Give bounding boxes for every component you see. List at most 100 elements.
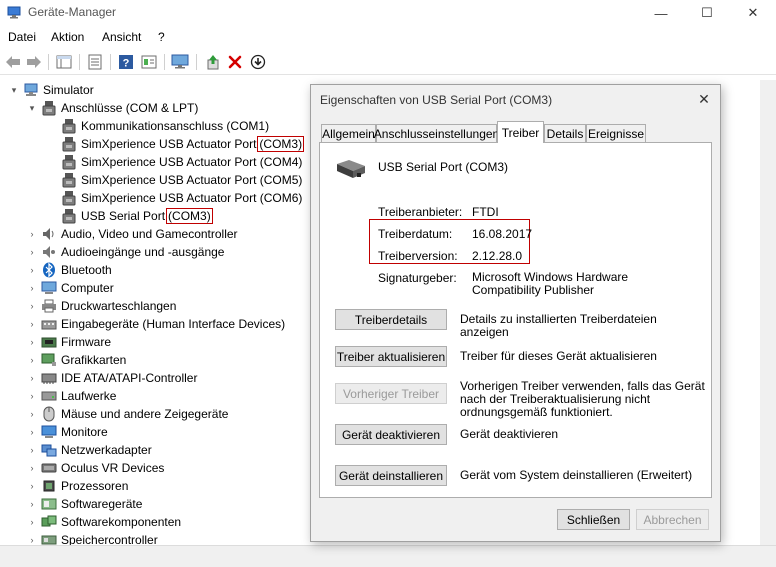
tree-category[interactable]: › Netzwerkadapter (31, 441, 152, 459)
tree-port-item[interactable]: SimXperience USB Actuator Port (COM5) (61, 171, 302, 189)
expand-arrow-icon[interactable]: ▾ (27, 102, 37, 114)
tree-category[interactable]: › Prozessoren (31, 477, 129, 495)
dialog-close-button[interactable]: ✕ (694, 89, 714, 109)
tree-category-ports[interactable]: ▾ Anschlüsse (COM & LPT) (30, 99, 198, 117)
tree-category[interactable]: › Eingabegeräte (Human Interface Devices) (31, 315, 286, 333)
chevron-right-icon[interactable]: › (27, 516, 37, 528)
monitor-scan-icon[interactable] (170, 52, 190, 72)
chevron-right-icon[interactable]: › (27, 300, 37, 312)
tree-category[interactable]: › Mäuse und andere Zeigegeräte (31, 405, 228, 423)
tree-root[interactable]: ▾ Simulator (12, 81, 94, 99)
menu-aktion[interactable]: Aktion (51, 30, 84, 44)
rollback-driver-button[interactable]: Vorheriger Treiber (335, 383, 447, 404)
tree-port-item[interactable]: SimXperience USB Actuator Port (COM6) (61, 189, 302, 207)
update-driver-icon[interactable] (203, 52, 223, 72)
software-device-icon (41, 496, 57, 512)
chevron-right-icon[interactable]: › (27, 498, 37, 510)
disable-device-button[interactable]: Gerät deaktivieren (335, 424, 447, 445)
properties-icon[interactable] (85, 52, 105, 72)
disable-device-description: Gerät deaktivieren (460, 427, 559, 441)
chevron-right-icon[interactable]: › (27, 462, 37, 474)
com-port-highlight: (COM3) (257, 136, 305, 152)
maximize-button[interactable]: ☐ (684, 0, 730, 26)
tree-port-label: SimXperience USB Actuator Port (COM6) (81, 191, 303, 205)
tree-view-icon[interactable] (54, 52, 74, 72)
tree-category[interactable]: › Computer (31, 279, 114, 297)
minimize-button[interactable]: — (638, 0, 684, 26)
chevron-right-icon[interactable]: › (27, 228, 37, 240)
processor-icon (41, 478, 57, 494)
chevron-right-icon[interactable]: › (27, 264, 37, 276)
provider-label: Treiberanbieter: (378, 205, 463, 219)
close-dialog-button[interactable]: Schließen (557, 509, 630, 530)
details-icon[interactable] (139, 52, 159, 72)
chevron-right-icon[interactable]: › (27, 426, 37, 438)
tree-category[interactable]: › Softwarekomponenten (31, 513, 182, 531)
tree-category[interactable]: › Druckwarteschlangen (31, 297, 177, 315)
help-icon[interactable]: ? (116, 52, 136, 72)
tree-category-label: Prozessoren (61, 479, 129, 493)
usb-serial-device-icon (335, 158, 367, 182)
back-icon[interactable] (3, 52, 23, 72)
tree-category[interactable]: › Monitore (31, 423, 108, 441)
uninstall-icon[interactable] (225, 52, 245, 72)
chevron-right-icon[interactable]: › (27, 408, 37, 420)
tab-treiber[interactable]: Treiber (497, 121, 544, 143)
chevron-right-icon[interactable]: › (27, 372, 37, 384)
tree-port-item[interactable]: SimXperience USB Actuator Port (COM4) (61, 153, 302, 171)
chevron-right-icon[interactable]: › (27, 354, 37, 366)
driver-details-button[interactable]: Treiberdetails (335, 309, 447, 330)
tree-category-label: Druckwarteschlangen (61, 299, 177, 313)
menu-help[interactable]: ? (158, 30, 165, 44)
tree-category-label: Softwarekomponenten (61, 515, 182, 529)
tree-port-item[interactable]: Kommunikationsanschluss (COM1) (61, 117, 269, 135)
tab-anschlusseinstellungen[interactable]: Anschlusseinstellungen (374, 124, 499, 142)
tree-category[interactable]: › Audio, Video und Gamecontroller (31, 225, 238, 243)
tree-category[interactable]: › Bluetooth (31, 261, 112, 279)
download-icon[interactable] (248, 52, 268, 72)
tree-category[interactable]: › Grafikkarten (31, 351, 127, 369)
tab-details[interactable]: Details (544, 124, 586, 142)
port-icon (61, 190, 77, 206)
tree-category[interactable]: › Oculus VR Devices (31, 459, 165, 477)
update-driver-button[interactable]: Treiber aktualisieren (335, 346, 447, 367)
chevron-right-icon[interactable]: › (27, 318, 37, 330)
tree-port-label: SimXperience USB Actuator Port (COM4) (81, 155, 303, 169)
tree-category[interactable]: › Firmware (31, 333, 112, 351)
chevron-right-icon[interactable]: › (27, 444, 37, 456)
chevron-right-icon[interactable]: › (27, 534, 37, 545)
port-icon (61, 172, 77, 188)
menu-ansicht[interactable]: Ansicht (102, 30, 141, 44)
chevron-right-icon[interactable]: › (27, 390, 37, 402)
tree-category-label: Audio, Video und Gamecontroller (61, 227, 238, 241)
chevron-right-icon[interactable]: › (27, 336, 37, 348)
tree-category-label: Eingabegeräte (Human Interface Devices) (61, 317, 286, 331)
tree-category[interactable]: › Speichercontroller (31, 531, 158, 545)
menu-datei[interactable]: Datei (8, 30, 36, 44)
computer-icon (23, 82, 39, 98)
oculus-device-icon (41, 460, 57, 476)
speaker-icon (41, 226, 57, 242)
chevron-right-icon[interactable]: › (27, 282, 37, 294)
tree-category[interactable]: › IDE ATA/ATAPI-Controller (31, 369, 198, 387)
chevron-right-icon[interactable]: › (27, 480, 37, 492)
cancel-button[interactable]: Abbrechen (636, 509, 709, 530)
forward-icon[interactable] (24, 52, 44, 72)
chevron-right-icon[interactable]: › (27, 246, 37, 258)
close-button[interactable]: ✕ (730, 0, 776, 26)
tree-category[interactable]: › Softwaregeräte (31, 495, 143, 513)
expand-arrow-icon[interactable]: ▾ (9, 84, 19, 96)
tab-allgemein[interactable]: Allgemein (321, 124, 376, 142)
uninstall-device-button[interactable]: Gerät deinstallieren (335, 465, 447, 486)
tree-category[interactable]: › Audioeingänge und -ausgänge (31, 243, 225, 261)
tree-category[interactable]: › Laufwerke (31, 387, 117, 405)
monitor-icon (41, 424, 57, 440)
tree-port-item[interactable]: SimXperience USB Actuator Port (COM3) (61, 135, 305, 153)
menu-bar: Datei Aktion Ansicht ? (0, 28, 776, 48)
tab-ereignisse[interactable]: Ereignisse (586, 124, 646, 142)
svg-text:?: ? (123, 58, 130, 70)
toolbar-separator (79, 54, 80, 70)
vertical-scrollbar[interactable] (760, 80, 776, 545)
tree-port-item[interactable]: USB Serial Port (COM3) (61, 207, 213, 225)
driver-details-description: Details zu installierten Treiberdateien … (460, 312, 657, 339)
